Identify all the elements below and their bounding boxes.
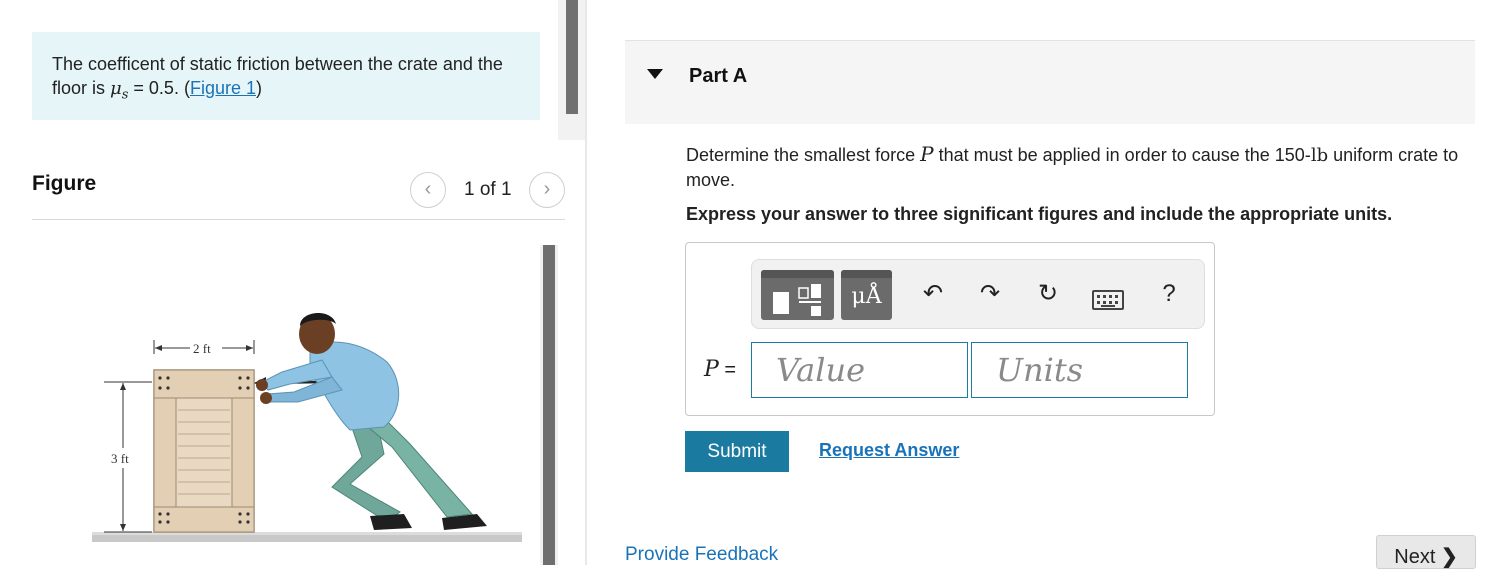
- figure-scrollbar[interactable]: [540, 245, 558, 565]
- dim-height-label: 3 ft: [111, 451, 129, 466]
- figure-link[interactable]: Figure 1: [190, 78, 256, 98]
- left-panel: The coefficent of static friction betwee…: [0, 0, 585, 565]
- scrollbar-thumb[interactable]: [566, 0, 578, 114]
- figure-image: 2 ft 3 ft: [32, 222, 537, 565]
- figure-count: 1 of 1: [464, 179, 512, 200]
- force-variable: P: [920, 142, 934, 166]
- question-text: Determine the smallest force P that must…: [686, 142, 1459, 190]
- dim-width-label: 2 ft: [193, 341, 211, 356]
- submit-button[interactable]: Submit: [685, 431, 789, 472]
- help-icon[interactable]: ?: [1154, 280, 1184, 308]
- undo-icon[interactable]: ↶: [918, 280, 948, 308]
- figure-header: Figure ‹ 1 of 1 ›: [32, 172, 565, 220]
- answer-variable-label: P =: [704, 357, 737, 382]
- caret-down-icon[interactable]: [647, 69, 663, 79]
- part-a-header[interactable]: Part A: [625, 40, 1475, 124]
- answer-instruction: Express your answer to three significant…: [686, 204, 1393, 224]
- next-button[interactable]: Next ❯: [1376, 535, 1476, 569]
- intro-equals: = 0.5. (: [128, 78, 190, 98]
- problem-scrollbar[interactable]: [558, 0, 585, 140]
- panel-divider: [585, 0, 587, 565]
- crate-push-illustration: 2 ft 3 ft: [92, 312, 522, 542]
- chevron-left-icon[interactable]: ‹: [410, 172, 446, 208]
- units-glyph: μÅ: [851, 284, 882, 309]
- template-icon[interactable]: [761, 270, 834, 320]
- redo-icon[interactable]: ↷: [975, 280, 1005, 308]
- provide-feedback-link[interactable]: Provide Feedback: [625, 544, 778, 566]
- chevron-right-icon[interactable]: ›: [529, 172, 565, 208]
- part-title: Part A: [689, 65, 748, 87]
- math-toolbar: μÅ ↶ ↷ ↻ ?: [751, 259, 1205, 329]
- request-answer-link[interactable]: Request Answer: [819, 440, 959, 461]
- scrollbar-thumb[interactable]: [543, 245, 555, 565]
- mu-symbol: μs: [110, 78, 129, 103]
- problem-statement: The coefficent of static friction betwee…: [32, 32, 540, 120]
- figure-title: Figure: [32, 172, 97, 195]
- reset-icon[interactable]: ↻: [1033, 280, 1063, 308]
- intro-after: ): [256, 78, 262, 98]
- keyboard-icon[interactable]: [1092, 290, 1124, 310]
- value-input[interactable]: [751, 342, 968, 398]
- answer-box: μÅ ↶ ↷ ↻ ? P =: [685, 242, 1215, 416]
- units-icon[interactable]: μÅ: [841, 270, 892, 320]
- units-input[interactable]: [971, 342, 1188, 398]
- weight-unit: lb: [1310, 145, 1329, 166]
